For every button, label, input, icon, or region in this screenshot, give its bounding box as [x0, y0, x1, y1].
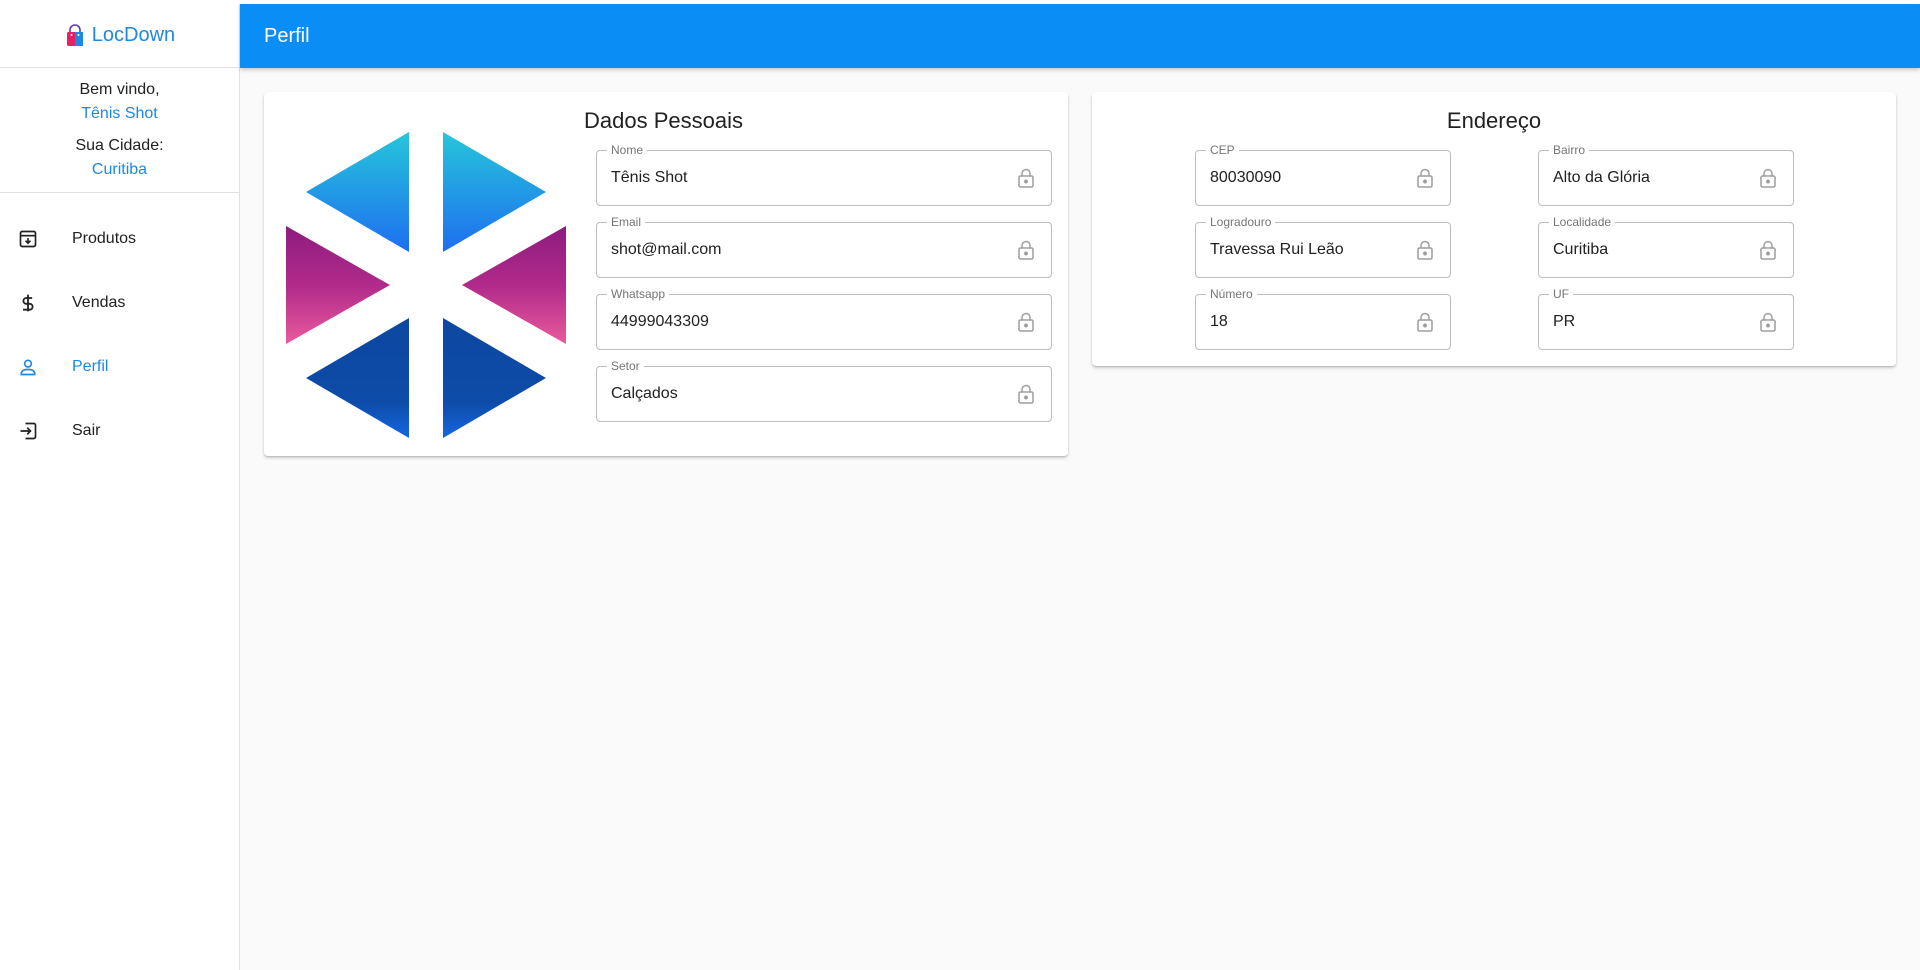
field-value: shot@mail.com: [611, 241, 722, 258]
sidebar-item-vendas[interactable]: Vendas: [0, 271, 239, 335]
sidebar: LocDown Bem vindo, Tênis Shot Sua Cidade…: [0, 4, 240, 970]
sidebar-item-label: Produtos: [72, 230, 137, 247]
app-bar: Perfil: [240, 4, 1920, 68]
field-value: Alto da Glória: [1553, 169, 1650, 186]
cep-field[interactable]: CEP 80030090: [1195, 143, 1451, 206]
field-label: Bairro: [1549, 143, 1590, 157]
email-field[interactable]: Email shot@mail.com: [596, 215, 1052, 278]
welcome-user-name: Tênis Shot: [81, 105, 158, 122]
shopping-bag-icon: [64, 23, 86, 48]
name-field[interactable]: Nome Tênis Shot: [596, 143, 1052, 206]
sidebar-item-label: Vendas: [72, 294, 126, 311]
welcome-panel: Bem vindo, Tênis Shot Sua Cidade: Curiti…: [0, 68, 239, 193]
sidebar-item-label: Sair: [72, 422, 101, 439]
field-label: Localidade: [1549, 215, 1616, 229]
state-field[interactable]: UF PR: [1538, 287, 1794, 350]
neighborhood-field[interactable]: Bairro Alto da Glória: [1538, 143, 1794, 206]
city-label: Sua Cidade:: [75, 137, 164, 154]
field-value: PR: [1553, 313, 1576, 330]
lock-icon: [1015, 167, 1037, 189]
dollar-icon: [16, 291, 40, 315]
sector-field[interactable]: Setor Calçados: [596, 359, 1052, 422]
store-logo: [286, 132, 566, 438]
field-value: 44999043309: [611, 313, 709, 330]
field-value: 80030090: [1210, 169, 1282, 186]
street-field[interactable]: Logradouro Travessa Rui Leão: [1195, 215, 1451, 278]
sidebar-item-perfil[interactable]: Perfil: [0, 335, 239, 399]
sidebar-item-label: Perfil: [72, 358, 109, 375]
whatsapp-field[interactable]: Whatsapp 44999043309: [596, 287, 1052, 350]
lock-icon: [1015, 383, 1037, 405]
sidebar-nav: Produtos Vendas Perfil Sair: [0, 193, 239, 463]
lock-icon: [1015, 311, 1037, 333]
address-card: Endereço CEP 80030090 Bairro Alto da Gló…: [1092, 92, 1896, 366]
field-label: CEP: [1206, 143, 1239, 157]
field-value: 18: [1210, 313, 1228, 330]
welcome-label: Bem vindo,: [79, 81, 160, 98]
brand-header[interactable]: LocDown: [0, 4, 239, 68]
logout-icon: [16, 419, 40, 443]
locality-field[interactable]: Localidade Curitiba: [1538, 215, 1794, 278]
lock-icon: [1414, 239, 1436, 261]
field-value: Travessa Rui Leão: [1210, 241, 1344, 258]
field-label: UF: [1549, 287, 1573, 301]
field-label: Nome: [607, 143, 648, 157]
field-label: Email: [607, 215, 646, 229]
lock-icon: [1414, 311, 1436, 333]
brand-name: LocDown: [91, 24, 176, 46]
lock-icon: [1414, 167, 1436, 189]
sidebar-item-produtos[interactable]: Produtos: [0, 207, 239, 271]
lock-icon: [1015, 239, 1037, 261]
lock-icon: [1757, 311, 1779, 333]
archive-icon: [16, 227, 40, 251]
personal-card-title: Dados Pessoais: [584, 108, 743, 133]
field-label: Número: [1206, 287, 1257, 301]
field-value: Tênis Shot: [611, 169, 688, 186]
field-label: Logradouro: [1206, 215, 1276, 229]
field-value: Curitiba: [1553, 241, 1609, 258]
address-card-title: Endereço: [1446, 108, 1542, 133]
field-label: Whatsapp: [607, 287, 670, 301]
field-value: Calçados: [611, 385, 678, 402]
field-label: Setor: [607, 359, 644, 373]
person-icon: [16, 355, 40, 379]
lock-icon: [1757, 239, 1779, 261]
page-title: Perfil: [264, 24, 310, 47]
lock-icon: [1757, 167, 1779, 189]
sidebar-item-sair[interactable]: Sair: [0, 399, 239, 463]
personal-data-card: Dados Pessoais Nome Tênis Shot Email sho…: [264, 92, 1068, 456]
city-value: Curitiba: [91, 161, 148, 178]
number-field[interactable]: Número 18: [1195, 287, 1451, 350]
